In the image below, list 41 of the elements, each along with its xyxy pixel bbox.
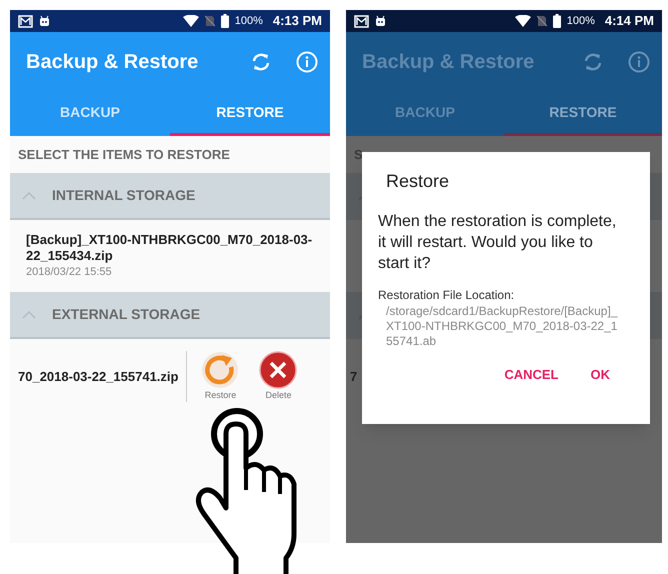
dialog-button[interactable]: CANCEL — [492, 361, 570, 388]
section-heading: SELECT THE ITEMS TO RESTORE — [18, 146, 230, 164]
file-name: [Backup]_XT100-NTHBRKGC00_M70_2018-03-22_155434.zip — [26, 232, 314, 264]
battery-level: 100% — [566, 14, 595, 29]
robot-icon — [375, 15, 386, 27]
app-title: Backup & Restore — [26, 50, 200, 75]
group-header[interactable]: EXTERNAL STORAGE — [10, 292, 330, 339]
file-name: 7 — [350, 368, 358, 386]
sync-icon[interactable] — [582, 52, 604, 72]
file-name[interactable]: 70_2018-03-22_155741.zip — [10, 350, 188, 402]
battery-icon — [220, 14, 229, 28]
wifi-icon — [182, 15, 199, 27]
dialog-button[interactable]: OK — [578, 361, 622, 388]
sync-icon[interactable] — [250, 52, 272, 72]
tab[interactable]: BACKUP — [10, 92, 170, 136]
dialog-message: When the restoration is complete, it will restart. Would you like to start it? — [378, 212, 618, 274]
no-sim-icon — [204, 15, 215, 27]
tab[interactable]: RESTORE — [170, 92, 330, 136]
robot-icon — [39, 15, 50, 27]
backup-file-row[interactable]: [Backup]_XT100-NTHBRKGC00_M70_2018-03-22_155434.zip 2018/03/22 15:55 — [10, 220, 330, 292]
file-date: 2018/03/22 15:55 — [26, 264, 113, 280]
delete-action-button[interactable]: Delete — [253, 350, 304, 402]
no-sim-icon — [536, 15, 547, 27]
dialog-title: Restore — [386, 170, 450, 193]
chevron-up-icon[interactable] — [22, 192, 36, 200]
chevron-up-icon[interactable] — [22, 310, 36, 318]
tab[interactable]: RESTORE — [504, 92, 662, 136]
app-title: Backup & Restore — [362, 50, 536, 75]
restore-action-button[interactable]: Restore — [195, 350, 246, 402]
wifi-icon — [514, 15, 531, 27]
battery-icon — [552, 14, 561, 28]
clock: 4:13 PM — [272, 12, 322, 30]
group-header[interactable]: INTERNAL STORAGE — [10, 173, 330, 220]
location-label: Restoration File Location: — [378, 287, 516, 304]
info-icon[interactable] — [628, 51, 650, 73]
mail-icon — [354, 14, 369, 28]
battery-level: 100% — [234, 14, 263, 29]
mail-icon — [18, 14, 33, 28]
location-path: /storage/sdcard1/BackupRestore/[Backup]_XT100-NTHBRKGC00_M70_2018-03-22_155741.ab — [385, 304, 618, 349]
clock: 4:14 PM — [604, 12, 654, 30]
delete-icon — [259, 350, 298, 389]
